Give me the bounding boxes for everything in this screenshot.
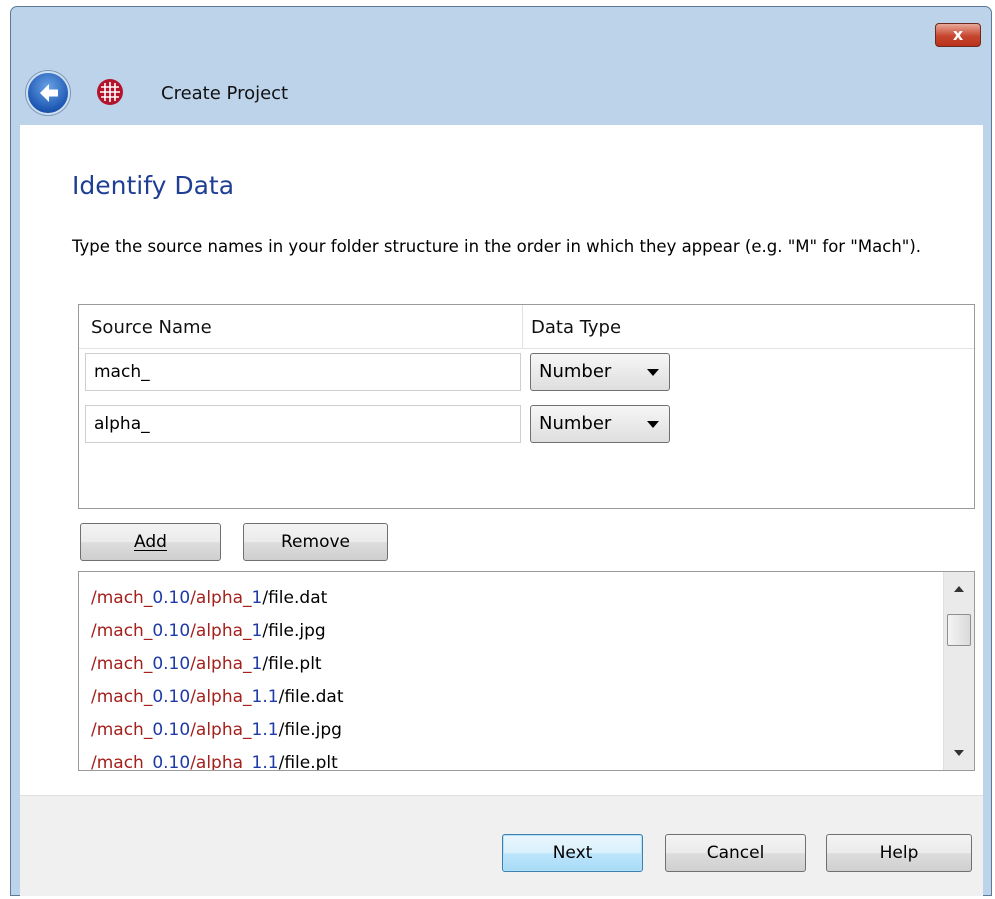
path-segment: 1 bbox=[251, 654, 263, 674]
path-segment: /mach_ bbox=[91, 621, 153, 641]
add-button-label: Add bbox=[134, 532, 167, 552]
path-segment: 1 bbox=[251, 621, 263, 641]
wizard-page: Identify Data Type the source names in y… bbox=[20, 125, 983, 795]
source-name-input[interactable]: alpha_ bbox=[85, 405, 521, 443]
cancel-button-label: Cancel bbox=[706, 843, 765, 863]
path-segment: /file.jpg bbox=[278, 720, 342, 740]
path-segment: /mach_ bbox=[91, 654, 153, 674]
back-arrow-icon bbox=[40, 84, 58, 102]
help-button[interactable]: Help bbox=[826, 834, 972, 872]
data-type-select[interactable]: Number bbox=[530, 353, 670, 391]
path-segment: /file.jpg bbox=[262, 621, 326, 641]
column-header-data-type[interactable]: Data Type bbox=[531, 317, 621, 338]
path-segment: /alpha_ bbox=[190, 753, 252, 771]
instructions-text: Type the source names in your folder str… bbox=[72, 237, 922, 256]
dropdown-arrow-icon bbox=[647, 369, 659, 376]
path-segment: 1.1 bbox=[251, 687, 279, 707]
path-segment: /mach_ bbox=[91, 687, 153, 707]
path-segment: 0.10 bbox=[152, 687, 191, 707]
column-separator bbox=[522, 305, 523, 349]
path-segment: /file.plt bbox=[262, 654, 322, 674]
list-item[interactable]: /mach_0.10/alpha_1/file.jpg bbox=[91, 615, 326, 648]
grid-row: alpha_ Number bbox=[79, 401, 974, 443]
path-segment: 1.1 bbox=[251, 720, 279, 740]
path-segment: 0.10 bbox=[152, 621, 191, 641]
list-item[interactable]: /mach_0.10/alpha_1.1/file.jpg bbox=[91, 714, 342, 747]
add-button[interactable]: Add bbox=[80, 523, 221, 561]
next-button[interactable]: Next bbox=[502, 834, 643, 872]
source-names-grid: Source Name Data Type mach_ Number alpha… bbox=[78, 304, 975, 509]
scrollbar-thumb[interactable] bbox=[947, 614, 971, 646]
path-segment: /alpha_ bbox=[190, 654, 252, 674]
list-item[interactable]: /mach_0.10/alpha_1/file.dat bbox=[91, 582, 327, 615]
path-segment: /mach_ bbox=[91, 588, 153, 608]
remove-button[interactable]: Remove bbox=[243, 523, 388, 561]
back-button[interactable] bbox=[26, 71, 70, 115]
file-preview-list[interactable]: /mach_0.10/alpha_1/file.dat/mach_0.10/al… bbox=[78, 571, 975, 771]
grid-row: mach_ Number bbox=[79, 349, 974, 391]
column-header-source-name[interactable]: Source Name bbox=[91, 317, 212, 338]
cancel-button[interactable]: Cancel bbox=[665, 834, 806, 872]
scroll-down-icon[interactable] bbox=[954, 750, 964, 756]
next-button-label: Next bbox=[552, 843, 593, 863]
path-segment: /file.plt bbox=[278, 753, 338, 771]
data-type-value: Number bbox=[539, 413, 612, 434]
help-button-label: Help bbox=[879, 843, 919, 863]
path-segment: 0.10 bbox=[152, 588, 191, 608]
remove-button-label: Remove bbox=[281, 532, 350, 552]
path-segment: /alpha_ bbox=[190, 588, 252, 608]
path-segment: 0.10 bbox=[152, 753, 191, 771]
source-name-input[interactable]: mach_ bbox=[85, 353, 521, 391]
list-item[interactable]: /mach_0.10/alpha_1.1/file.dat bbox=[91, 681, 344, 714]
app-grid-icon bbox=[97, 79, 123, 105]
path-segment: 1 bbox=[251, 588, 263, 608]
vertical-scrollbar[interactable] bbox=[943, 572, 974, 770]
path-segment: /file.dat bbox=[278, 687, 344, 707]
path-segment: /alpha_ bbox=[190, 720, 252, 740]
path-segment: 0.10 bbox=[152, 654, 191, 674]
path-segment: 0.10 bbox=[152, 720, 191, 740]
scroll-up-icon[interactable] bbox=[954, 586, 964, 592]
path-segment: /alpha_ bbox=[190, 687, 252, 707]
grid-header: Source Name Data Type bbox=[79, 305, 974, 349]
path-segment: /alpha_ bbox=[190, 621, 252, 641]
close-button[interactable]: x bbox=[935, 23, 981, 47]
data-type-value: Number bbox=[539, 361, 612, 382]
path-segment: /file.dat bbox=[262, 588, 328, 608]
data-type-select[interactable]: Number bbox=[530, 405, 670, 443]
path-segment: /mach_ bbox=[91, 753, 153, 771]
page-heading: Identify Data bbox=[72, 171, 235, 200]
path-segment: /mach_ bbox=[91, 720, 153, 740]
path-segment: 1.1 bbox=[251, 753, 279, 771]
dialog-window: x Create Project Identify Data Type the … bbox=[10, 6, 992, 896]
title-bar: x Create Project bbox=[11, 7, 991, 125]
list-item[interactable]: /mach_0.10/alpha_1/file.plt bbox=[91, 648, 322, 681]
list-item[interactable]: /mach_0.10/alpha_1.1/file.plt bbox=[91, 747, 338, 771]
dropdown-arrow-icon bbox=[647, 421, 659, 428]
window-title: Create Project bbox=[161, 83, 289, 104]
button-bar: Next Cancel Help bbox=[20, 795, 983, 896]
close-icon: x bbox=[952, 25, 964, 44]
